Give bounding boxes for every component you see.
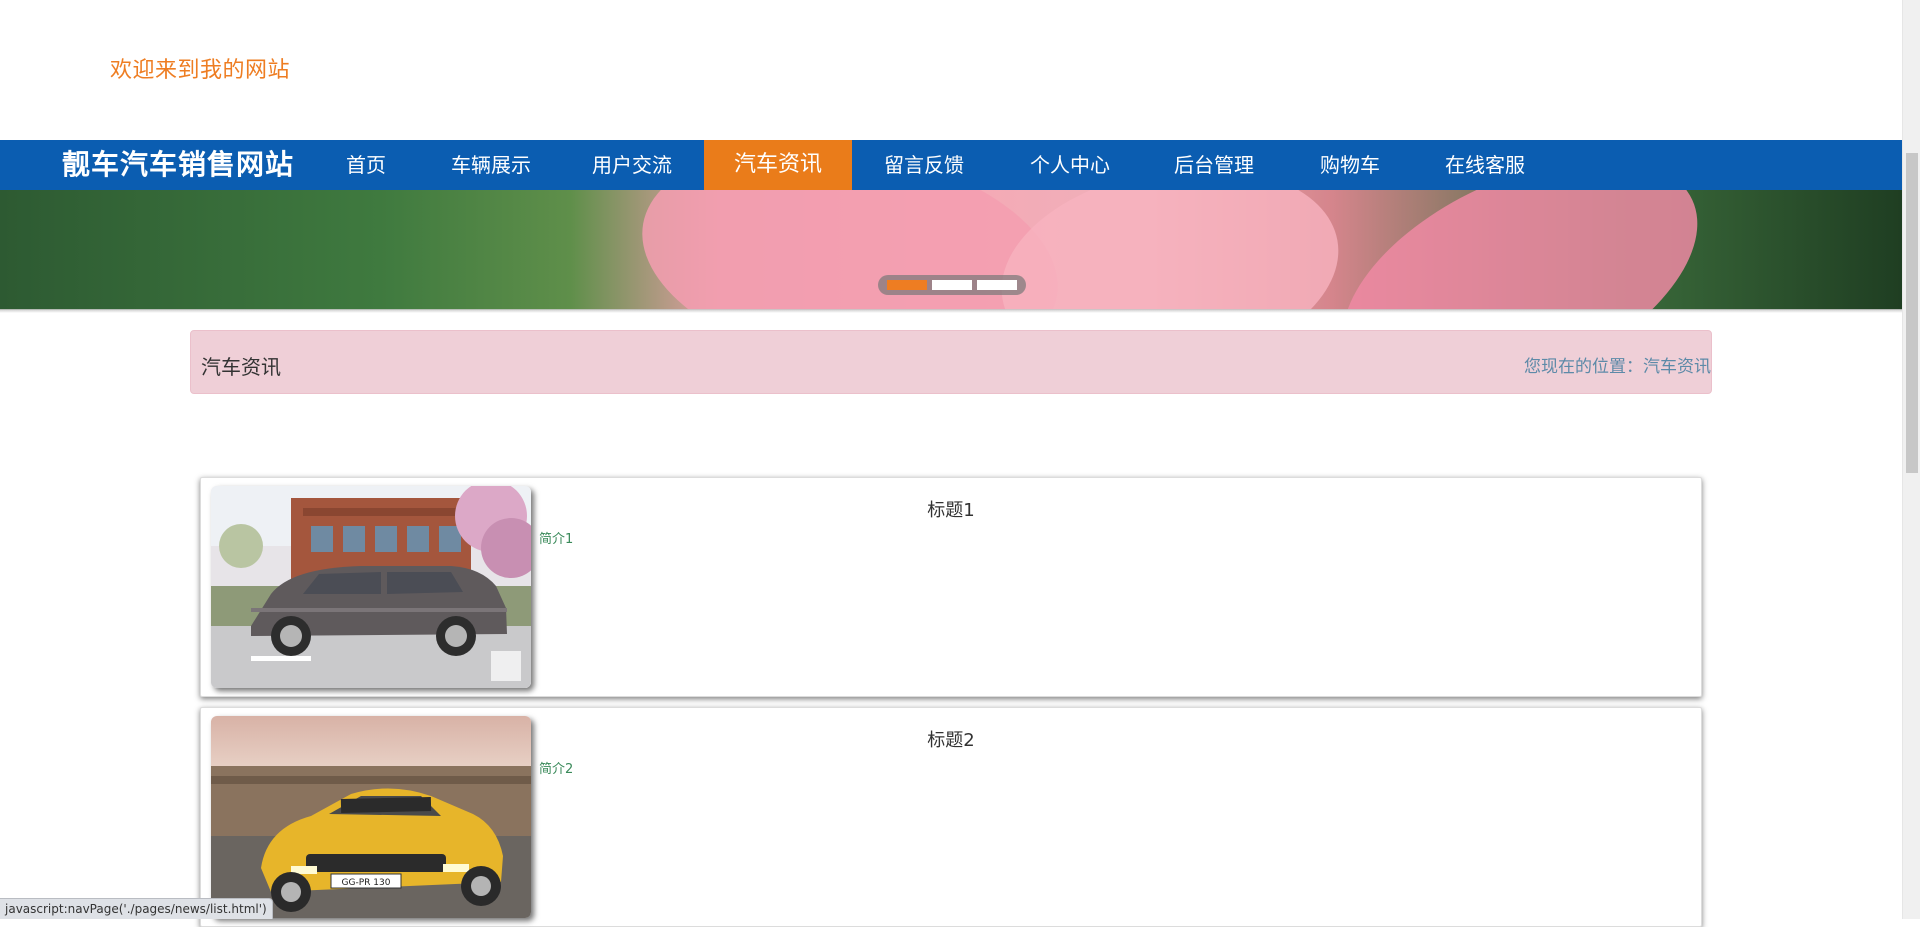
banner-flower-petal [985,190,1355,310]
banner-dot-2[interactable] [932,280,972,290]
breadcrumb: 您现在的位置：汽车资讯 [1524,352,1711,377]
banner-dot-3[interactable] [977,280,1017,290]
news-list-item[interactable]: GG-PR 130 标题2 简介2 [200,707,1702,927]
svg-text:GG-PR 130: GG-PR 130 [342,878,391,888]
banner-shadow [0,309,1902,313]
site-brand[interactable]: 靓车汽车销售网站 [62,140,294,190]
nav-item-admin[interactable]: 后台管理 [1142,140,1286,190]
news-title[interactable]: 标题1 [201,496,1701,522]
browser-status-bar: javascript:navPage('./pages/news/list.ht… [0,898,273,919]
news-list-item[interactable]: 标题1 简介1 [200,477,1702,697]
nav-item-profile[interactable]: 个人中心 [998,140,1142,190]
breadcrumb-current[interactable]: 汽车资讯 [1643,357,1711,377]
nav-item-community[interactable]: 用户交流 [564,140,700,190]
banner-dot-1[interactable] [887,280,927,290]
news-intro: 简介1 [539,532,574,547]
scrollbar-thumb[interactable] [1906,153,1918,473]
nav-item-news[interactable]: 汽车资讯 [704,140,852,190]
hero-banner [0,190,1902,310]
nav-item-customer-service[interactable]: 在线客服 [1414,140,1556,190]
breadcrumb-label: 您现在的位置： [1524,357,1643,377]
news-intro: 简介2 [539,762,574,777]
page-scrollbar[interactable] [1902,0,1920,919]
main-navbar: 靓车汽车销售网站 首页 车辆展示 用户交流 汽车资讯 留言反馈 个人中心 后台管… [0,140,1902,190]
nav-item-home[interactable]: 首页 [314,140,418,190]
banner-pagination [878,275,1026,295]
nav-item-vehicles[interactable]: 车辆展示 [420,140,562,190]
nav-item-feedback[interactable]: 留言反馈 [852,140,996,190]
banner-flower-petal [1305,190,1735,310]
nav-item-cart[interactable]: 购物车 [1288,140,1412,190]
news-title[interactable]: 标题2 [201,726,1701,752]
page-title: 汽车资讯 [201,355,281,379]
breadcrumb-panel: 汽车资讯 您现在的位置：汽车资讯 [190,330,1712,394]
welcome-text: 欢迎来到我的网站 [110,58,291,83]
